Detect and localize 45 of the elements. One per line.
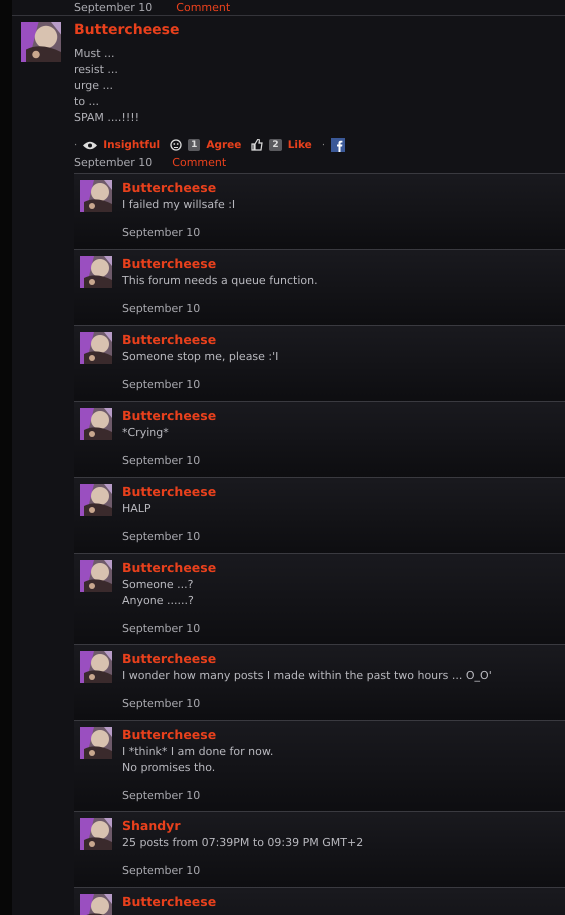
- comment-date: September 10: [122, 378, 200, 391]
- face-icon: [170, 139, 182, 151]
- comment-text: I *think* I am done for now. No promises tho.: [122, 744, 274, 776]
- reaction-count: 2: [269, 139, 282, 151]
- separator-dot: ·: [74, 140, 78, 150]
- reaction-link[interactable]: Agree: [206, 139, 242, 151]
- reaction-count: 1: [188, 139, 200, 151]
- comment-text: I wonder how many posts I made within the past two hours ... O_O': [122, 668, 493, 684]
- author-name[interactable]: Buttercheese: [122, 484, 565, 499]
- author-name[interactable]: Buttercheese: [122, 651, 565, 666]
- comment-date: September 10: [122, 622, 200, 635]
- post-body: Must ... resist ... urge ... to ... SPAM ....!!!!: [74, 46, 140, 126]
- comment-date: September 10: [122, 789, 200, 802]
- reaction-link[interactable]: Like: [288, 139, 312, 151]
- comment-date: September 10: [122, 864, 200, 877]
- author-name[interactable]: Buttercheese: [122, 256, 565, 271]
- separator-dot: ·: [322, 140, 325, 150]
- author-name[interactable]: Buttercheese: [122, 180, 565, 195]
- post-date: September 10: [74, 1, 152, 14]
- comment-text: HALP: [122, 501, 152, 517]
- reaction-link[interactable]: Insightful: [103, 139, 160, 151]
- author-name[interactable]: Shandyr: [122, 818, 565, 833]
- comment-text: *Crying*: [122, 425, 170, 441]
- comment-date: September 10: [122, 454, 200, 467]
- comment-date: September 10: [122, 226, 200, 239]
- comment-text: Someone ...? Anyone ......?: [122, 577, 195, 609]
- comment-text: 25 posts from 07:39PM to 09:39 PM GMT+2: [122, 835, 364, 851]
- author-name[interactable]: Buttercheese: [122, 408, 565, 423]
- comment-link[interactable]: Comment: [176, 1, 230, 14]
- comment-date: September 10: [122, 302, 200, 315]
- eye-icon: [83, 140, 98, 150]
- comment-date: September 10: [122, 530, 200, 543]
- comment-text: I failed my willsafe :I: [122, 197, 236, 213]
- author-name[interactable]: Buttercheese: [122, 560, 565, 575]
- comment-link[interactable]: Comment: [172, 156, 226, 169]
- author-name[interactable]: Buttercheese: [74, 22, 565, 38]
- comment-date: September 10: [122, 697, 200, 710]
- author-name[interactable]: Buttercheese: [122, 727, 565, 742]
- author-name[interactable]: Buttercheese: [122, 332, 565, 347]
- author-name[interactable]: Buttercheese: [122, 894, 565, 909]
- thumbs-up-icon: [251, 139, 264, 151]
- facebook-icon[interactable]: [331, 138, 345, 152]
- comment-text: This forum needs a queue function.: [122, 273, 319, 289]
- comment-text: Someone stop me, please :'I: [122, 349, 280, 365]
- post-date: September 10: [74, 156, 152, 169]
